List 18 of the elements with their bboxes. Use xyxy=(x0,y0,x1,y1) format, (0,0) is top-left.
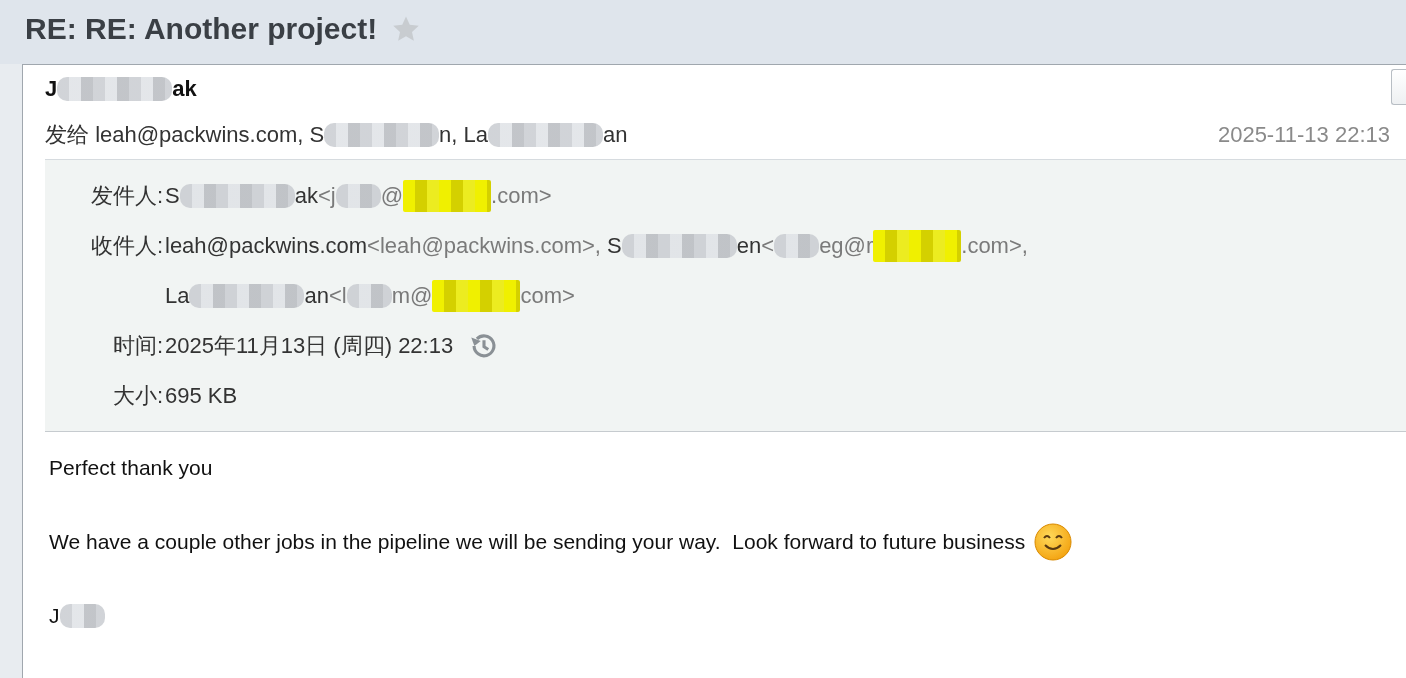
field-label: 大小: xyxy=(111,382,163,410)
recipients-line: 发给 leah@packwins.com, S n, La an xyxy=(45,121,628,149)
field-label: 收件人: xyxy=(89,232,163,260)
field-value: leah@packwins.com<leah@packwins.com>, S en< eg@r .com>, xyxy=(163,230,1028,262)
field-label: 时间: xyxy=(111,332,163,360)
message-text: We have a couple other jobs in the pipeline we will be sending your way. Look forward to future business xyxy=(49,522,1406,562)
message-text: J xyxy=(49,596,1406,636)
field-label: 发件人: xyxy=(89,182,163,210)
smiley-icon xyxy=(1033,522,1074,562)
sender-name: J ak xyxy=(45,75,197,103)
field-value: 2025年11月13日 (周四) 22:13 xyxy=(164,332,454,360)
email-subject: RE: RE: Another project! xyxy=(25,12,378,46)
message-date: 2025-11-13 22:13 xyxy=(1217,122,1390,148)
field-value: 695 KB xyxy=(164,383,238,409)
message-text: Perfect thank you xyxy=(49,455,214,481)
field-value: S ak<j @ .com> xyxy=(163,180,552,212)
panel-button[interactable] xyxy=(1391,69,1406,105)
field-value: La an<l m@ com> xyxy=(163,280,575,312)
